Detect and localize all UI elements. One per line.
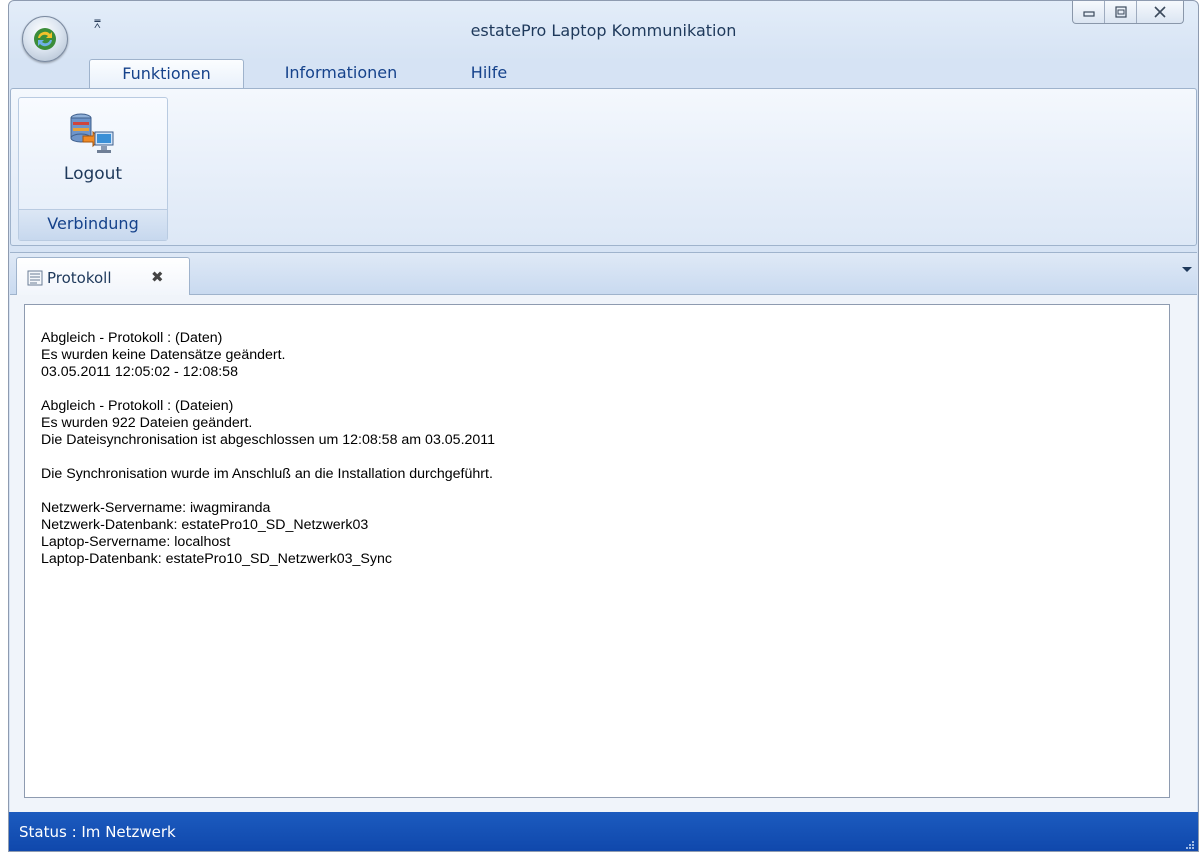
minimize-icon [1082,11,1095,17]
window-title: estatePro Laptop Kommunikation [470,21,737,40]
group-label-verbindung: Verbindung [19,209,167,240]
tab-list-dropdown[interactable] [1182,267,1192,272]
ribbon-group-verbindung: Logout Verbindung [18,97,168,241]
tab-funktionen[interactable]: Funktionen [89,59,244,89]
status-bar: Status : Im Netzwerk [9,812,1198,851]
log-line: Laptop-Servername: localhost [41,534,231,550]
log-line: Die Synchronisation wurde im Anschluß an… [41,466,493,482]
window-controls [1072,1,1184,24]
maximize-button[interactable] [1105,1,1137,23]
close-button[interactable] [1137,1,1183,23]
resize-grip-icon[interactable] [1185,840,1195,850]
log-line: Netzwerk-Datenbank: estatePro10_SD_Netzw… [41,517,369,533]
log-line: Netzwerk-Servername: iwagmiranda [41,500,271,516]
title-bar: ⩞ estatePro Laptop Kommunikation [9,1,1198,62]
logout-label: Logout [63,164,123,184]
document-tab-strip: Protokoll ✖ [10,252,1197,296]
content-area: Abgleich - Protokoll : (Daten) Es wurden… [10,295,1197,812]
log-line: Abgleich - Protokoll : (Daten) [41,330,223,346]
ribbon-panel: Logout Verbindung [10,88,1197,246]
log-line: 03.05.2011 12:05:02 - 12:08:58 [41,364,238,380]
tab-protokoll-label: Protokoll [47,269,112,287]
minimize-button[interactable] [1073,1,1105,23]
log-line: Laptop-Datenbank: estatePro10_SD_Netzwer… [41,551,392,567]
ribbon-tab-strip: Funktionen Informationen Hilfe [9,56,1198,89]
app-menu-button[interactable] [22,16,68,62]
tab-close-button[interactable]: ✖ [151,268,164,286]
tab-hilfe[interactable]: Hilfe [464,59,514,89]
log-line: Es wurden 922 Dateien geändert. [41,415,253,431]
log-line: Die Dateisynchronisation ist abgeschloss… [41,432,496,448]
app-window: ⩞ estatePro Laptop Kommunikation Funktio… [8,0,1199,852]
sync-icon [34,28,56,50]
status-text: Status : Im Netzwerk [19,823,176,841]
logout-button[interactable]: Logout [21,100,165,206]
database-sync-icon [70,113,114,153]
log-line: Abgleich - Protokoll : (Dateien) [41,398,234,414]
restore-icon [1114,6,1127,18]
tab-informationen[interactable]: Informationen [261,59,421,89]
tab-protokoll[interactable]: Protokoll ✖ [16,257,190,296]
document-icon [27,270,43,286]
log-panel[interactable]: Abgleich - Protokoll : (Daten) Es wurden… [24,304,1170,798]
close-icon [1154,6,1166,18]
log-line: Es wurden keine Datensätze geändert. [41,347,286,363]
